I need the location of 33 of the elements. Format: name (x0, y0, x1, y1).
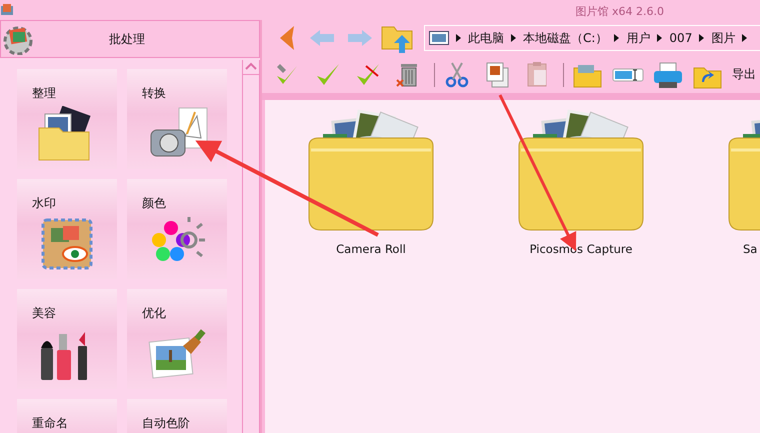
breadcrumb-item[interactable]: 图片 (711, 30, 736, 46)
folder-name[interactable]: Camera Roll (336, 242, 406, 256)
image-icon (429, 31, 449, 45)
scrollbar[interactable] (242, 60, 260, 433)
chevron-icon (699, 34, 704, 42)
app-logo-icon (0, 3, 14, 17)
tile-label: 颜色 (142, 195, 166, 212)
tile-label: 转换 (142, 85, 166, 102)
breadcrumb-item[interactable]: 007 (669, 31, 692, 45)
printer-icon[interactable] (652, 60, 684, 90)
chevron-icon (456, 34, 461, 42)
folder-name[interactable]: Sa (743, 242, 758, 256)
address-bar[interactable]: 此电脑 本地磁盘（C:） 用户 007 图片 (424, 25, 760, 51)
tile-label: 自动色阶 (142, 415, 190, 432)
breadcrumb-item[interactable]: 此电脑 (468, 30, 504, 46)
chevron-icon (657, 34, 662, 42)
breadcrumb-item[interactable]: 本地磁盘（C:） (523, 30, 608, 46)
chevron-icon (511, 34, 516, 42)
batch-tile[interactable]: 重命名 (17, 399, 117, 433)
chevron-icon (614, 34, 620, 42)
panel-title: 批处理 (108, 30, 146, 48)
chevron-icon (742, 34, 748, 42)
tile-label: 整理 (32, 85, 56, 102)
window-title: 图片馆 x64 2.6.0 (576, 4, 664, 18)
folder-name[interactable]: Picosmos Capture (530, 242, 632, 256)
tile-label: 水印 (32, 195, 56, 212)
tile-label: 重命名 (32, 415, 68, 432)
scroll-up-icon[interactable] (243, 60, 259, 75)
batch-tile[interactable]: 自动色阶 (127, 399, 227, 433)
tile-label: 美容 (32, 305, 56, 322)
export-label[interactable]: 导出 (732, 66, 756, 83)
breadcrumb-item[interactable]: 用户 (626, 30, 650, 46)
tile-label: 优化 (142, 305, 166, 322)
